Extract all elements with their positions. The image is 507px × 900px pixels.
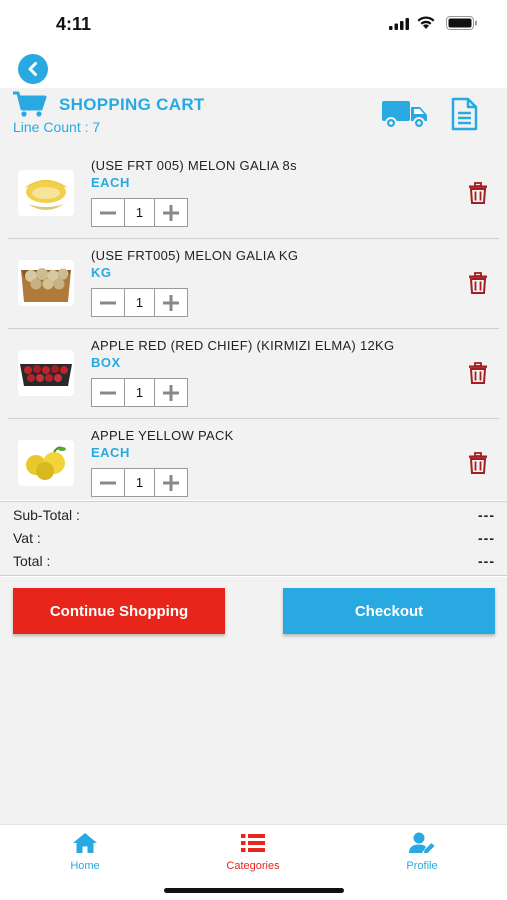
quantity-value[interactable]: 1 [124, 289, 155, 316]
quantity-stepper: 1 [91, 468, 188, 497]
total-label: Total : [13, 553, 51, 569]
home-indicator [164, 888, 344, 893]
home-icon [73, 833, 97, 853]
product-thumbnail-melon-slice [18, 170, 74, 216]
total-row: Total : --- [13, 553, 495, 575]
increment-button[interactable] [155, 199, 187, 226]
back-button[interactable] [18, 54, 48, 84]
status-time: 4:11 [56, 14, 92, 34]
quantity-stepper: 1 [91, 288, 188, 317]
minus-icon [100, 301, 116, 304]
cart-item: (USE FRT 005) MELON GALIA 8s EACH 1 [0, 148, 507, 239]
tab-categories[interactable]: Categories [203, 831, 303, 875]
continue-shopping-button[interactable]: Continue Shopping [13, 588, 225, 634]
item-unit: BOX [91, 355, 121, 370]
order-totals: Sub-Total : --- Vat : --- Total : --- [0, 501, 507, 576]
page-title: SHOPPING CART [59, 95, 205, 114]
tab-bar: Home Categories Profile [0, 824, 507, 900]
trash-icon[interactable] [467, 362, 489, 384]
item-name: APPLE RED (RED CHIEF) (KIRMIZI ELMA) 12K… [91, 338, 395, 353]
item-unit: EACH [91, 175, 130, 190]
decrement-button[interactable] [92, 469, 124, 496]
increment-button[interactable] [155, 289, 187, 316]
chevron-left-icon [28, 62, 37, 76]
quantity-value[interactable]: 1 [124, 379, 155, 406]
checkout-button[interactable]: Checkout [283, 588, 495, 634]
product-thumbnail-red-apple-tray [18, 350, 74, 396]
minus-icon [100, 391, 116, 394]
quantity-stepper: 1 [91, 378, 188, 407]
shopping-cart-icon [13, 91, 47, 117]
quantity-stepper: 1 [91, 198, 188, 227]
tab-label: Home [70, 860, 100, 872]
minus-icon [100, 481, 116, 484]
cart-item-list: (USE FRT 005) MELON GALIA 8s EACH 1 (USE… [0, 148, 507, 500]
battery-icon [446, 16, 477, 30]
nav-bar [0, 46, 507, 88]
cart-actions: Continue Shopping Checkout [0, 577, 507, 824]
list-icon [241, 834, 265, 852]
minus-icon [100, 211, 116, 214]
trash-icon[interactable] [467, 452, 489, 474]
decrement-button[interactable] [92, 199, 124, 226]
subtotal-row: Sub-Total : --- [13, 507, 495, 529]
increment-button[interactable] [155, 379, 187, 406]
vat-row: Vat : --- [13, 530, 495, 552]
subtotal-label: Sub-Total : [13, 507, 80, 523]
plus-icon [163, 294, 179, 311]
subtotal-value: --- [478, 507, 495, 523]
item-name: APPLE YELLOW PACK [91, 428, 234, 443]
quantity-value[interactable]: 1 [124, 199, 155, 226]
vat-label: Vat : [13, 530, 41, 546]
tab-profile[interactable]: Profile [372, 831, 472, 875]
tab-label: Categories [226, 860, 280, 872]
quantity-value[interactable]: 1 [124, 469, 155, 496]
increment-button[interactable] [155, 469, 187, 496]
product-thumbnail-melon-box [18, 260, 74, 306]
document-icon[interactable] [450, 97, 478, 131]
tab-label: Profile [406, 860, 438, 872]
signal-icon [389, 18, 409, 30]
wifi-icon [417, 16, 435, 29]
decrement-button[interactable] [92, 289, 124, 316]
status-bar: 4:11 [0, 0, 507, 46]
plus-icon [163, 474, 179, 491]
item-name: (USE FRT 005) MELON GALIA 8s [91, 158, 297, 173]
item-unit: KG [91, 265, 112, 280]
tab-home[interactable]: Home [35, 831, 135, 875]
vat-value: --- [478, 530, 495, 546]
cart-header: SHOPPING CART Line Count : 7 [0, 88, 507, 148]
item-unit: EACH [91, 445, 130, 460]
trash-icon[interactable] [467, 182, 489, 204]
delivery-truck-icon[interactable] [381, 98, 429, 130]
user-edit-icon [409, 832, 435, 853]
total-value: --- [478, 553, 495, 569]
plus-icon [163, 384, 179, 401]
plus-icon [163, 204, 179, 221]
cart-item: APPLE RED (RED CHIEF) (KIRMIZI ELMA) 12K… [0, 328, 507, 419]
decrement-button[interactable] [92, 379, 124, 406]
cart-item: (USE FRT005) MELON GALIA KG KG 1 [0, 238, 507, 329]
item-name: (USE FRT005) MELON GALIA KG [91, 248, 299, 263]
cart-item: APPLE YELLOW PACK EACH 1 [0, 418, 507, 500]
trash-icon[interactable] [467, 272, 489, 294]
product-thumbnail-yellow-apples [18, 440, 74, 486]
line-count: Line Count : 7 [13, 119, 101, 135]
